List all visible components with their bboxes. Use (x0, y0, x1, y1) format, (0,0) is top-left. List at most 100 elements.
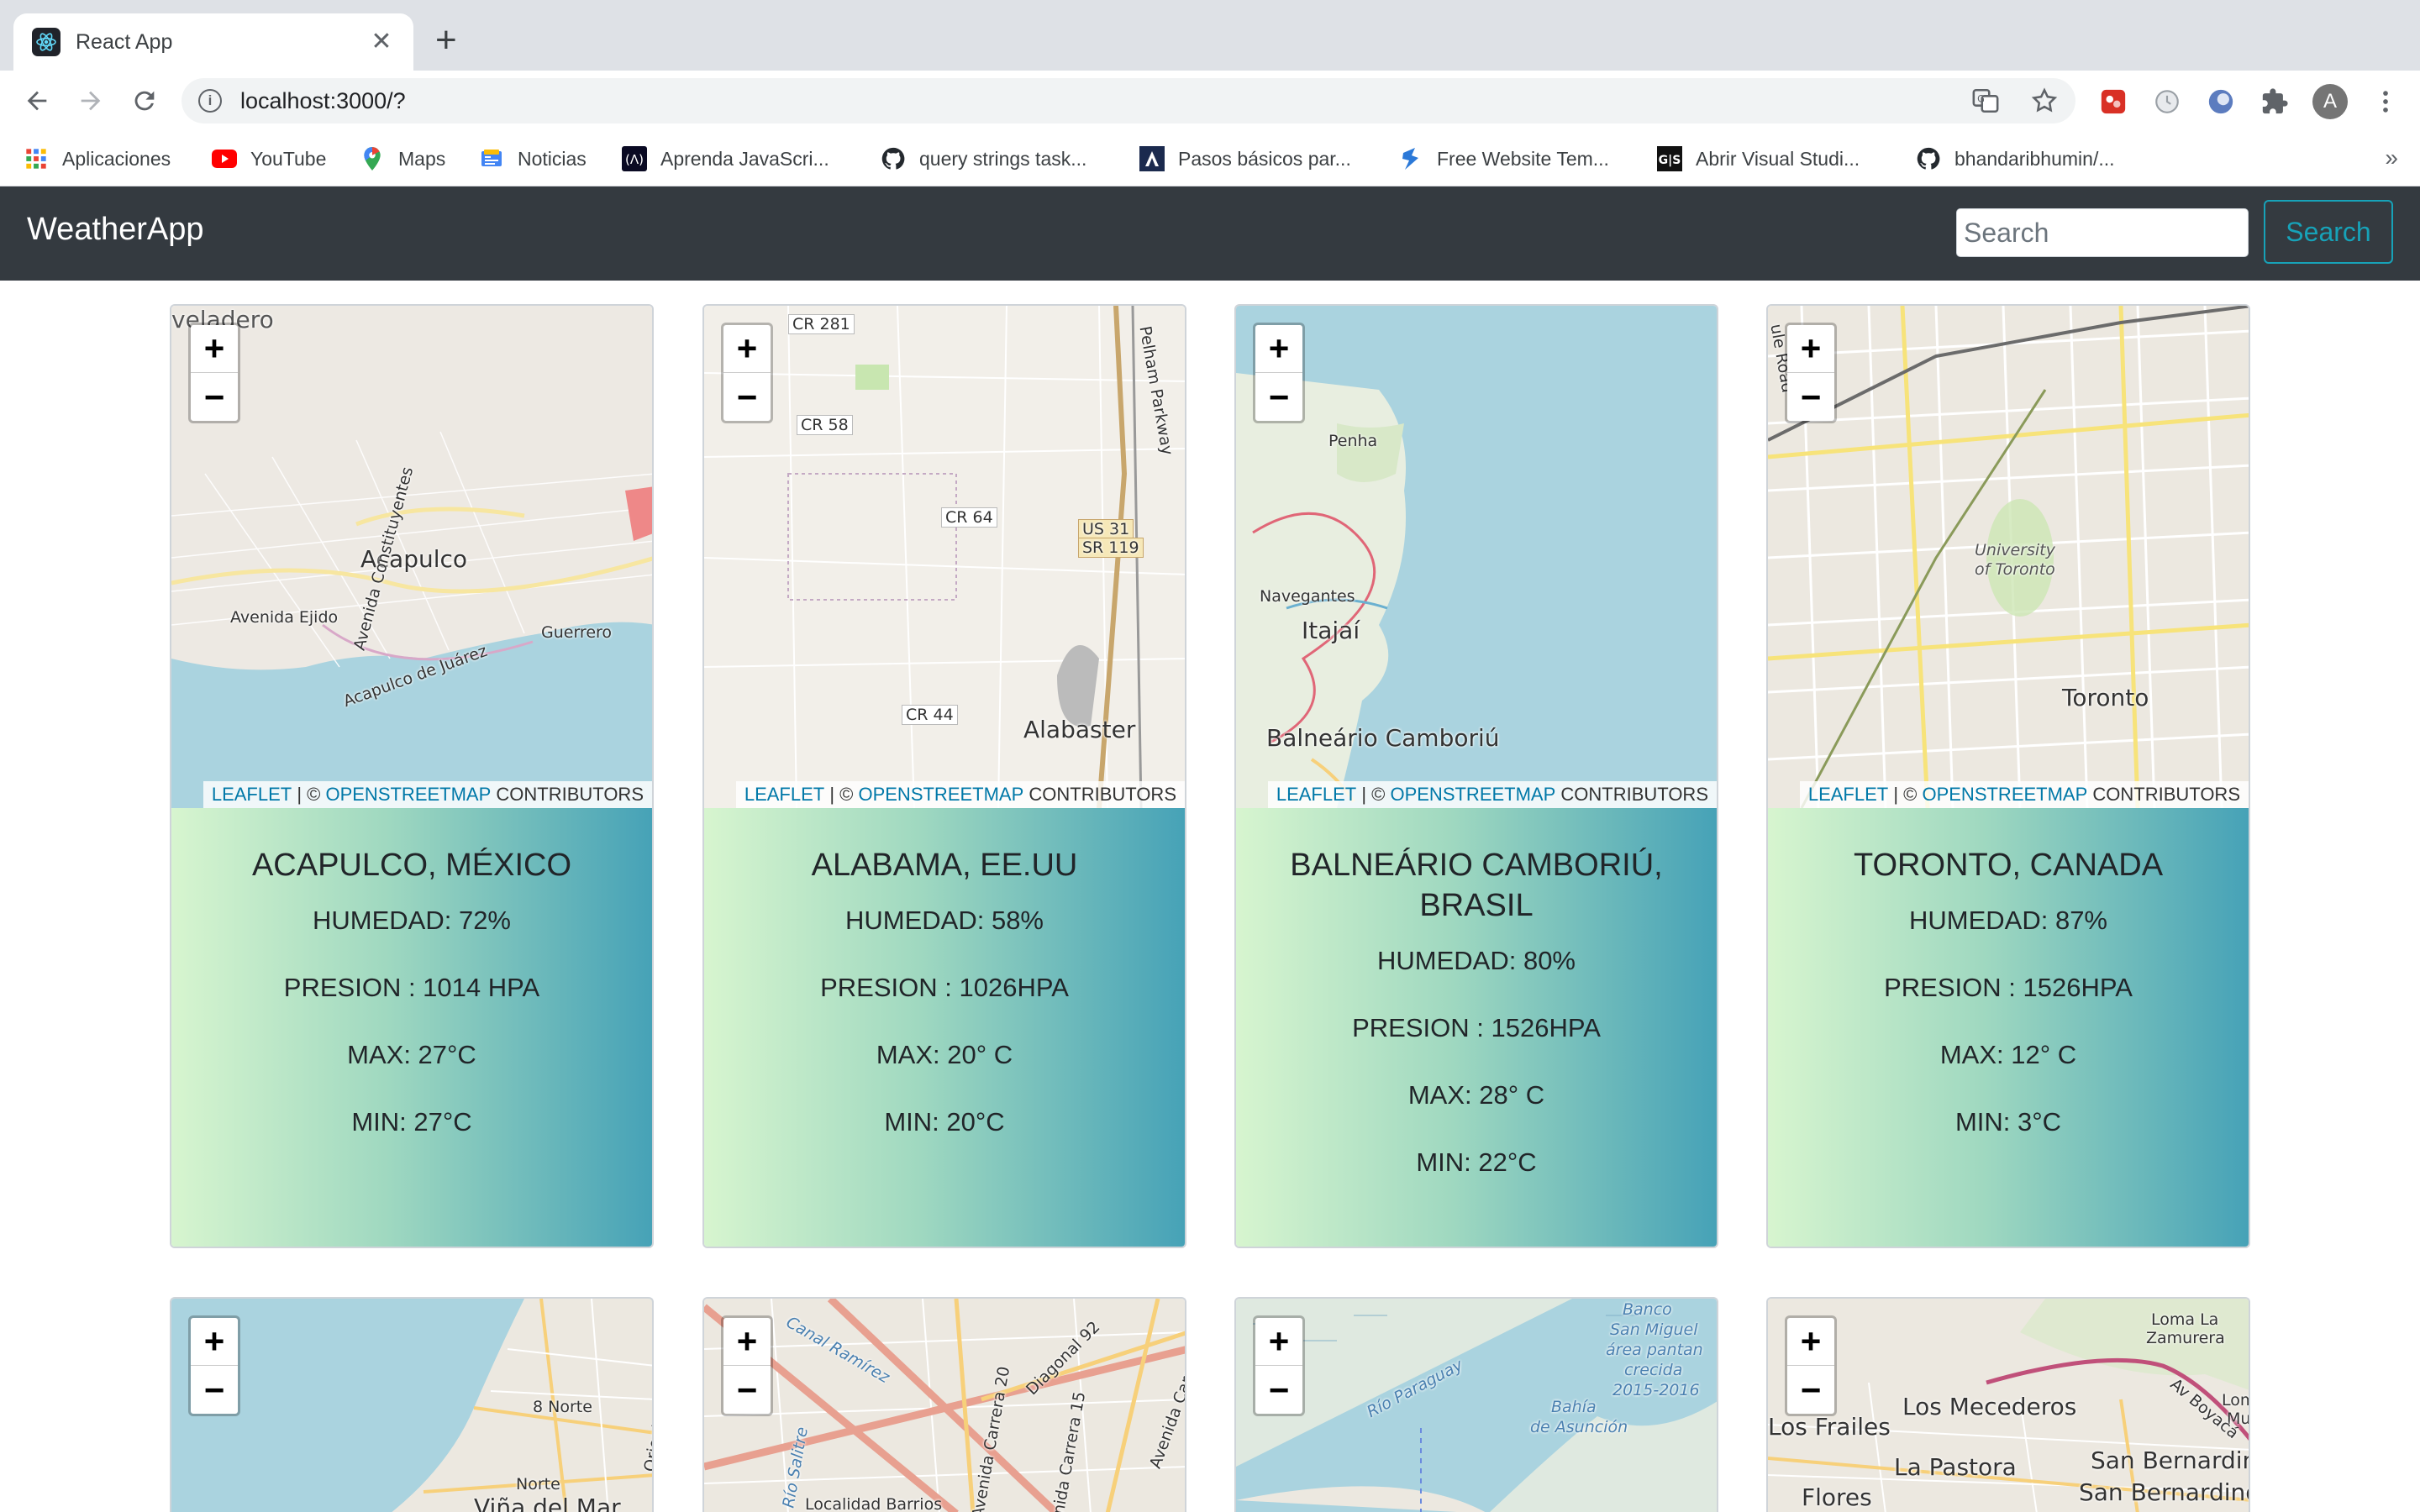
map-label: US 31 (1078, 519, 1134, 539)
zoom-out-button[interactable]: − (191, 1366, 238, 1414)
bookmark-query-strings[interactable]: query strings task... (881, 143, 1086, 175)
zoom-in-button[interactable]: + (1255, 325, 1302, 373)
svg-text:(Λ): (Λ) (625, 152, 644, 167)
humidity: Humedad: 72% (313, 906, 511, 935)
city-map[interactable]: 8 Norte Oriente Norte Viña del Mar + − (171, 1299, 652, 1512)
address-bar[interactable]: i localhost:3000/? G (182, 78, 2075, 123)
browser-toolbar: i localhost:3000/? G A (0, 71, 2420, 131)
leaflet-link[interactable]: Leaflet (744, 784, 824, 806)
map-label: Avenida Ejido (230, 608, 339, 627)
zoom-in-button[interactable]: + (191, 325, 238, 373)
address-url[interactable]: localhost:3000/? (240, 88, 406, 114)
weather-card-row2-2: Canal Ramírez Diagonal 92 Avenida Carrer… (702, 1297, 1186, 1512)
extensions-puzzle-icon[interactable] (2259, 86, 2291, 118)
translate-icon[interactable]: G (1971, 87, 2000, 119)
bookmark-star-icon[interactable] (2030, 87, 2059, 119)
gfg-icon: G|S (1657, 146, 1682, 171)
a-logo-icon (1139, 146, 1165, 171)
city-map[interactable]: Banco San Miguel área pantan crecida 201… (1236, 1299, 1717, 1512)
map-label: CR 281 (788, 314, 855, 334)
city-map[interactable]: CR 281 CR 58 CR 64 US 31 SR 119 CR 44 Al… (704, 306, 1185, 808)
forward-arrow-icon[interactable] (72, 82, 109, 119)
svg-text:G: G (1977, 92, 1985, 104)
zoom-out-button[interactable]: − (1255, 1366, 1302, 1414)
back-arrow-icon[interactable] (18, 82, 55, 119)
leaflet-link[interactable]: Leaflet (1808, 784, 1888, 806)
reload-icon[interactable] (126, 82, 163, 119)
tab-title: React App (76, 29, 173, 54)
zoom-in-button[interactable]: + (1255, 1318, 1302, 1366)
map-attribution: Leaflet | © OpenStreetMap contributors (203, 781, 652, 808)
youtube-icon (212, 146, 237, 171)
city-name: Alabama, EE.UU (811, 848, 1078, 883)
city-search-input[interactable] (1956, 208, 2249, 257)
bookmark-aprenda[interactable]: (Λ) Aprenda JavaScri... (622, 143, 829, 175)
bookmark-label: query strings task... (919, 147, 1087, 170)
leaflet-link[interactable]: Leaflet (212, 784, 292, 806)
osm-link[interactable]: OpenStreetMap (1390, 784, 1555, 806)
github-icon (1916, 146, 1941, 171)
zoom-out-button[interactable]: − (191, 373, 238, 421)
osm-link[interactable]: OpenStreetMap (1922, 784, 2087, 806)
osm-link[interactable]: OpenStreetMap (858, 784, 1023, 806)
humidity: Humedad: 80% (1377, 946, 1576, 975)
zoom-in-button[interactable]: + (191, 1318, 238, 1366)
map-label: Flores (1802, 1483, 1872, 1511)
bookmark-label: YouTube (250, 147, 327, 170)
bookmarks-overflow-chevron[interactable]: » (2385, 144, 2398, 171)
bookmark-bhandaribhumin[interactable]: bhandaribhumin/... (1916, 143, 2115, 175)
city-map[interactable]: Canal Ramírez Diagonal 92 Avenida Carrer… (704, 1299, 1185, 1512)
bookmark-label: Pasos básicos par... (1178, 147, 1351, 170)
temp-max: Max: 20° C (876, 1040, 1013, 1069)
tab-close-icon[interactable]: ✕ (366, 27, 397, 57)
bookmark-youtube[interactable]: YouTube (212, 143, 326, 175)
zoom-in-button[interactable]: + (723, 325, 771, 373)
city-map[interactable]: University of Toronto Toronto ule Road +… (1768, 306, 2249, 808)
zoom-out-button[interactable]: − (723, 1366, 771, 1414)
browser-menu-icon[interactable] (2370, 86, 2402, 118)
bookmark-maps[interactable]: Maps (360, 143, 445, 175)
temp-min: Min: 20°C (884, 1107, 1005, 1137)
city-name: Acapulco, México (251, 848, 572, 883)
bookmark-pasos[interactable]: Pasos básicos par... (1139, 143, 1351, 175)
city-map[interactable]: Acapulco Avenida Ejido Guerrero Acapulco… (171, 306, 652, 808)
browser-tab[interactable]: React App ✕ (13, 13, 413, 71)
extension-blue-icon[interactable] (2205, 86, 2237, 118)
zoom-in-button[interactable]: + (1787, 1318, 1834, 1366)
app-navbar: WeatherApp Search (0, 186, 2420, 281)
bookmark-apps[interactable]: Aplicaciones (24, 143, 171, 175)
zoom-in-button[interactable]: + (1787, 325, 1834, 373)
zoom-in-button[interactable]: + (723, 1318, 771, 1366)
map-label: Itajaí (1302, 617, 1360, 644)
zoom-control: + − (1785, 1315, 1837, 1416)
search-button[interactable]: Search (2264, 200, 2393, 264)
zoom-out-button[interactable]: − (1787, 1366, 1834, 1414)
site-info-icon[interactable]: i (198, 89, 222, 113)
map-label: crecida (1624, 1361, 1683, 1379)
extension-red-icon[interactable] (2097, 86, 2129, 118)
city-map[interactable]: Penha Navegantes Itajaí Balneário Cambor… (1236, 306, 1717, 808)
react-logo-icon (32, 28, 60, 56)
bookmark-free-website[interactable]: Free Website Tem... (1398, 143, 1609, 175)
map-label: de Asunción (1530, 1418, 1628, 1436)
zoom-out-button[interactable]: − (1787, 373, 1834, 421)
city-map[interactable]: Loma La Zamurera Los Mecederos Los Frail… (1768, 1299, 2249, 1512)
zoom-out-button[interactable]: − (1255, 373, 1302, 421)
weather-card-row2-3: Banco San Miguel área pantan crecida 201… (1234, 1297, 1718, 1512)
bookmark-news[interactable]: Noticias (479, 143, 587, 175)
map-label: of Toronto (1975, 560, 2055, 579)
leaflet-link[interactable]: Leaflet (1276, 784, 1356, 806)
weather-card-row2-4: Loma La Zamurera Los Mecederos Los Frail… (1766, 1297, 2250, 1512)
osm-link[interactable]: OpenStreetMap (325, 784, 491, 806)
map-label: Navegantes (1260, 587, 1355, 606)
profile-avatar[interactable]: A (2312, 84, 2348, 119)
extension-clock-icon[interactable] (2151, 86, 2183, 118)
pressure: Presion : 1526hPa (1884, 973, 2133, 1002)
new-tab-button[interactable]: + (435, 22, 457, 59)
map-label: Toronto (2062, 684, 2149, 711)
bookmark-visual-studio[interactable]: G|S Abrir Visual Studi... (1657, 143, 1860, 175)
zoom-out-button[interactable]: − (723, 373, 771, 421)
app-brand[interactable]: WeatherApp (27, 212, 204, 248)
zoom-control: + − (721, 323, 773, 423)
attribution-sep: | © (292, 784, 326, 805)
